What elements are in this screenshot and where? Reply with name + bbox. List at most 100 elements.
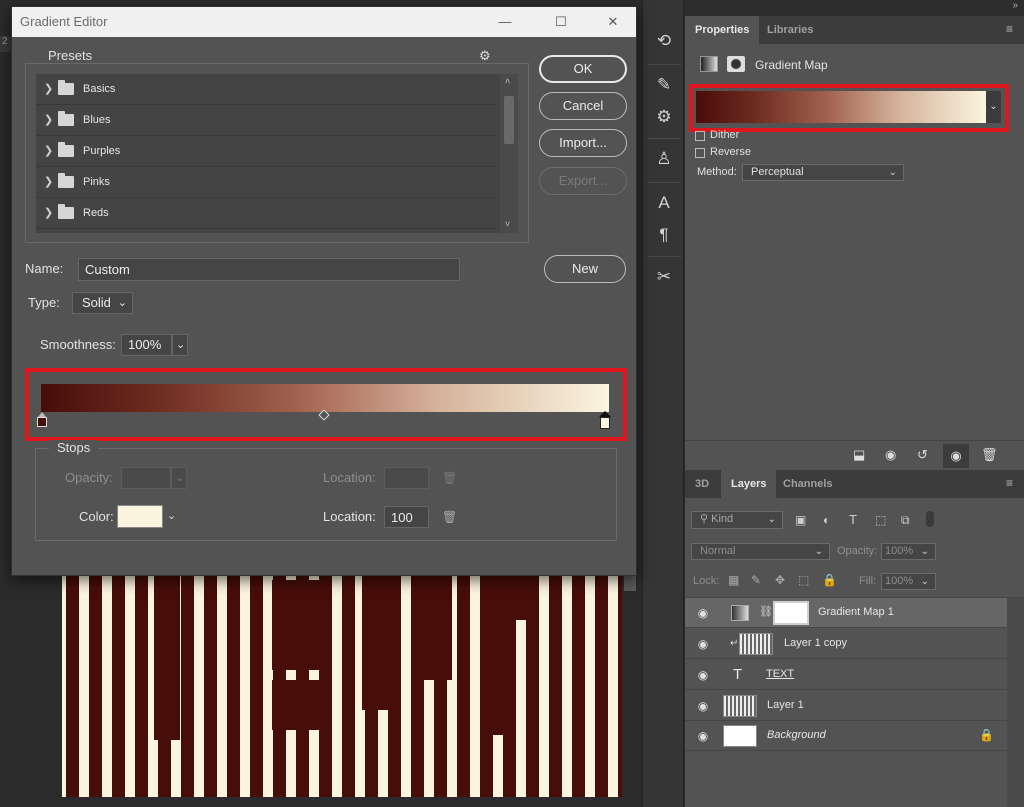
shape-filter-icon[interactable]: ⬚ bbox=[875, 513, 886, 527]
layer-row[interactable]: ◉ ⛓ Gradient Map 1 bbox=[685, 598, 1007, 628]
type-select[interactable]: Solid ⌄ bbox=[72, 292, 133, 314]
chevron-right-icon[interactable]: ❯ bbox=[44, 82, 53, 95]
new-button[interactable]: New bbox=[544, 255, 626, 283]
blend-mode-select[interactable]: Normal ⌄ bbox=[691, 543, 830, 560]
reverse-checkbox[interactable] bbox=[695, 148, 705, 158]
pixel-filter-icon[interactable]: ▣ bbox=[795, 513, 806, 527]
eye-icon[interactable]: ◉ bbox=[695, 638, 711, 650]
smoothness-label: Smoothness: bbox=[40, 337, 116, 352]
tab-libraries[interactable]: Libraries bbox=[757, 16, 823, 44]
chevron-right-icon[interactable]: ❯ bbox=[44, 144, 53, 157]
kind-filter[interactable]: ⚲ Kind ⌄ bbox=[691, 511, 783, 529]
chevron-right-icon[interactable]: ❯ bbox=[44, 206, 53, 219]
chevron-up-icon[interactable]: ˄ bbox=[505, 76, 510, 86]
delete-icon[interactable]: 🗑 bbox=[981, 447, 998, 463]
list-item[interactable]: ❯ Reds bbox=[36, 198, 496, 229]
smoothness-dropdown[interactable]: ⌄ bbox=[172, 334, 188, 356]
clip-to-layer-icon[interactable]: ⬓ bbox=[853, 447, 865, 463]
maximize-icon[interactable]: ☐ bbox=[550, 12, 572, 32]
folder-icon bbox=[58, 142, 74, 157]
tab-3d[interactable]: 3D bbox=[685, 470, 719, 498]
highlight-box bbox=[25, 368, 627, 441]
filter-toggle[interactable] bbox=[926, 511, 934, 527]
panel-dock-toolbar: ⟲ ✎ ⚙ ♙ A ¶ ✂ bbox=[642, 0, 684, 807]
document-canvas[interactable] bbox=[62, 560, 622, 797]
color-location-field[interactable]: 100 bbox=[384, 506, 429, 528]
lock-all-icon[interactable]: 🔒 bbox=[822, 573, 837, 587]
type-filter-icon[interactable]: T bbox=[849, 512, 857, 527]
panel-menu-icon[interactable]: ≡ bbox=[1006, 477, 1018, 489]
export-button[interactable]: Export... bbox=[539, 167, 627, 195]
chevron-right-icon[interactable]: ❯ bbox=[44, 175, 53, 188]
adjustments-icon[interactable]: ⚙ bbox=[651, 104, 677, 130]
chevron-down-icon: ⌄ bbox=[117, 297, 127, 309]
opacity-location-field[interactable] bbox=[384, 467, 429, 489]
lock-artboard-icon[interactable]: ⬚ bbox=[798, 573, 809, 587]
smoothness-field[interactable]: 100% bbox=[121, 334, 172, 356]
ok-button[interactable]: OK bbox=[539, 55, 627, 83]
stop-opacity-dropdown[interactable]: ⌄ bbox=[171, 467, 187, 489]
preset-label: Reds bbox=[83, 207, 109, 219]
name-field[interactable]: Custom bbox=[78, 258, 460, 281]
presets-scrollbar[interactable]: ˄ ˅ bbox=[500, 74, 518, 233]
eye-icon[interactable]: ◉ bbox=[695, 730, 711, 742]
lock-image-icon[interactable]: ✎ bbox=[751, 573, 761, 587]
view-previous-icon[interactable]: ◉ bbox=[885, 447, 896, 463]
import-button[interactable]: Import... bbox=[539, 129, 627, 157]
layer-row[interactable]: ◉ ↵ Layer 1 copy bbox=[685, 629, 1007, 659]
list-item[interactable]: ❯ Basics bbox=[36, 74, 496, 105]
delete-color-stop-icon[interactable]: 🗑 bbox=[442, 510, 457, 524]
layer-row[interactable]: ◉ Background 🔒 bbox=[685, 721, 1007, 751]
canvas-stripe bbox=[342, 560, 355, 797]
properties-footer: ⬓ ◉ ↺ ◉ 🗑 bbox=[685, 440, 1024, 470]
reset-icon[interactable]: ↺ bbox=[917, 447, 928, 463]
brush-settings-icon[interactable]: ✎ bbox=[651, 72, 677, 98]
eye-icon[interactable]: ◉ bbox=[695, 607, 711, 619]
collapse-icon[interactable]: » bbox=[1012, 0, 1018, 11]
dither-checkbox[interactable] bbox=[695, 131, 705, 141]
history-icon[interactable]: ⟲ bbox=[651, 28, 677, 54]
cancel-button[interactable]: Cancel bbox=[539, 92, 627, 120]
layer-row[interactable]: ◉ T TEXT bbox=[685, 660, 1007, 690]
gradient-map-icon bbox=[700, 56, 718, 72]
stop-opacity-field[interactable] bbox=[121, 467, 171, 489]
tools-icon[interactable]: ✂ bbox=[651, 264, 677, 290]
minimize-icon[interactable]: — bbox=[494, 12, 516, 32]
smart-object-filter-icon[interactable]: ⧉ bbox=[901, 513, 910, 528]
visibility-icon[interactable]: ◉ bbox=[943, 444, 969, 468]
panel-menu-icon[interactable]: ≡ bbox=[1006, 23, 1018, 35]
list-item[interactable]: ❯ Blues bbox=[36, 105, 496, 136]
layer-row[interactable]: ◉ Layer 1 bbox=[685, 691, 1007, 721]
chevron-right-icon[interactable]: ❯ bbox=[44, 113, 53, 126]
clone-source-icon[interactable]: ♙ bbox=[651, 146, 677, 172]
tab-properties[interactable]: Properties bbox=[685, 16, 760, 44]
tab-channels[interactable]: Channels bbox=[773, 470, 843, 498]
list-item[interactable]: ❯ Pinks bbox=[36, 167, 496, 198]
chevron-down-icon[interactable]: ˅ bbox=[505, 219, 510, 229]
method-select[interactable]: Perceptual ⌄ bbox=[742, 164, 904, 181]
stop-color-swatch[interactable] bbox=[117, 505, 163, 528]
chevron-down-icon[interactable]: ⌄ bbox=[167, 509, 176, 522]
layer-mask-thumb[interactable] bbox=[773, 601, 809, 625]
fill-field[interactable]: 100% ⌄ bbox=[881, 573, 936, 590]
lock-position-icon[interactable]: ✥ bbox=[775, 573, 785, 587]
close-icon[interactable]: ✕ bbox=[602, 12, 624, 32]
eye-icon[interactable]: ◉ bbox=[695, 669, 711, 681]
tab-layers[interactable]: Layers bbox=[721, 470, 777, 498]
clip-arrow-icon: ↵ bbox=[730, 638, 739, 649]
canvas-scrollbar[interactable] bbox=[624, 575, 636, 591]
lock-transparent-icon[interactable]: ▦ bbox=[728, 573, 739, 587]
eye-icon[interactable]: ◉ bbox=[695, 700, 711, 712]
link-icon[interactable]: ⛓ bbox=[759, 605, 773, 618]
opacity-field[interactable]: 100% ⌄ bbox=[881, 543, 936, 560]
list-item[interactable]: ❯ Purples bbox=[36, 136, 496, 167]
scrollbar-thumb[interactable] bbox=[504, 96, 514, 144]
canvas-stripe bbox=[250, 560, 263, 797]
gear-icon[interactable]: ⚙ bbox=[479, 48, 491, 64]
delete-opacity-stop-icon[interactable]: 🗑 bbox=[442, 471, 457, 485]
character-icon[interactable]: A bbox=[651, 190, 677, 216]
paragraph-icon[interactable]: ¶ bbox=[651, 222, 677, 248]
mask-icon[interactable] bbox=[727, 56, 745, 72]
layers-scrollbar[interactable] bbox=[1007, 598, 1024, 807]
adjustment-filter-icon[interactable]: ◐ bbox=[823, 513, 830, 527]
